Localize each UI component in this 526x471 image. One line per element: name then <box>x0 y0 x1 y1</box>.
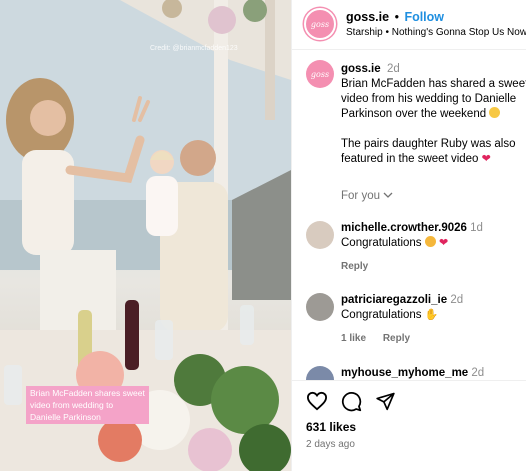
photo-credit: Credit: @brianmcfadden123 <box>150 45 238 52</box>
clapping-hands-emoji-icon: ✋ <box>424 309 439 321</box>
share-icon[interactable] <box>375 391 396 411</box>
author-line: goss.ie • Follow <box>346 10 444 24</box>
commenter-username[interactable]: myhouse_myhome_me <box>341 367 468 379</box>
avatar-logo-text: goss <box>310 19 330 29</box>
caption-line: Danielle Parkinson <box>30 411 145 423</box>
post-media[interactable]: Credit: @brianmcfadden123 Brian McFadden… <box>0 0 291 471</box>
heart-eyes-emoji-icon <box>424 236 436 247</box>
commenter-username[interactable]: michelle.crowther.9026 <box>341 222 467 234</box>
comment-text: Congratulations <box>341 237 422 249</box>
author-username[interactable]: goss.ie <box>346 10 389 24</box>
commenter-avatar[interactable] <box>306 293 334 321</box>
commenter-avatar[interactable] <box>306 221 334 249</box>
smile-emoji-icon <box>489 107 501 118</box>
heart-icon[interactable] <box>306 391 328 411</box>
post-header: goss goss.ie • Follow Starship • Nothing… <box>292 0 526 50</box>
follow-button[interactable]: Follow <box>404 10 444 24</box>
comment-like-count[interactable]: 1 like <box>341 333 366 344</box>
red-heart-emoji-icon: ❤ <box>438 237 449 249</box>
avatar-logo-text: goss <box>310 69 330 79</box>
caption-username[interactable]: goss.ie <box>341 63 381 75</box>
post-date: 2 days ago <box>306 439 355 450</box>
reply-button[interactable]: Reply <box>341 261 368 272</box>
for-you-dropdown[interactable]: For you <box>341 190 393 202</box>
author-avatar[interactable]: goss <box>304 8 336 40</box>
action-bar: 631 likes 2 days ago <box>292 380 526 471</box>
like-count[interactable]: 631 likes <box>306 420 356 434</box>
caption-time: 2d <box>387 63 400 75</box>
comment-time: 2d <box>450 294 464 306</box>
audio-track[interactable]: Starship • Nothing's Gonna Stop Us Now <box>346 27 526 38</box>
for-you-label: For you <box>341 190 380 202</box>
post-panel: goss goss.ie • Follow Starship • Nothing… <box>291 0 526 471</box>
comment-time: 1d <box>470 222 483 234</box>
chevron-down-icon <box>383 192 393 198</box>
commenter-username[interactable]: patriciaregazzoli_ie <box>341 294 447 306</box>
separator: • <box>394 10 399 24</box>
comment-icon[interactable] <box>341 391 362 412</box>
caption-avatar[interactable]: goss <box>306 60 334 88</box>
video-caption: Brian McFadden shares sweet video from w… <box>26 386 149 424</box>
caption-line: video from wedding to <box>30 399 145 411</box>
reply-button[interactable]: Reply <box>383 333 410 344</box>
caption-body: goss.ie 2d Brian McFadden has shared a s… <box>341 62 526 167</box>
comment-text: Congratulations <box>341 309 422 321</box>
heart-emoji-icon: ❤ <box>481 153 491 165</box>
caption-line: Brian McFadden shares sweet <box>30 387 145 399</box>
comment-time: 2d <box>471 367 485 379</box>
